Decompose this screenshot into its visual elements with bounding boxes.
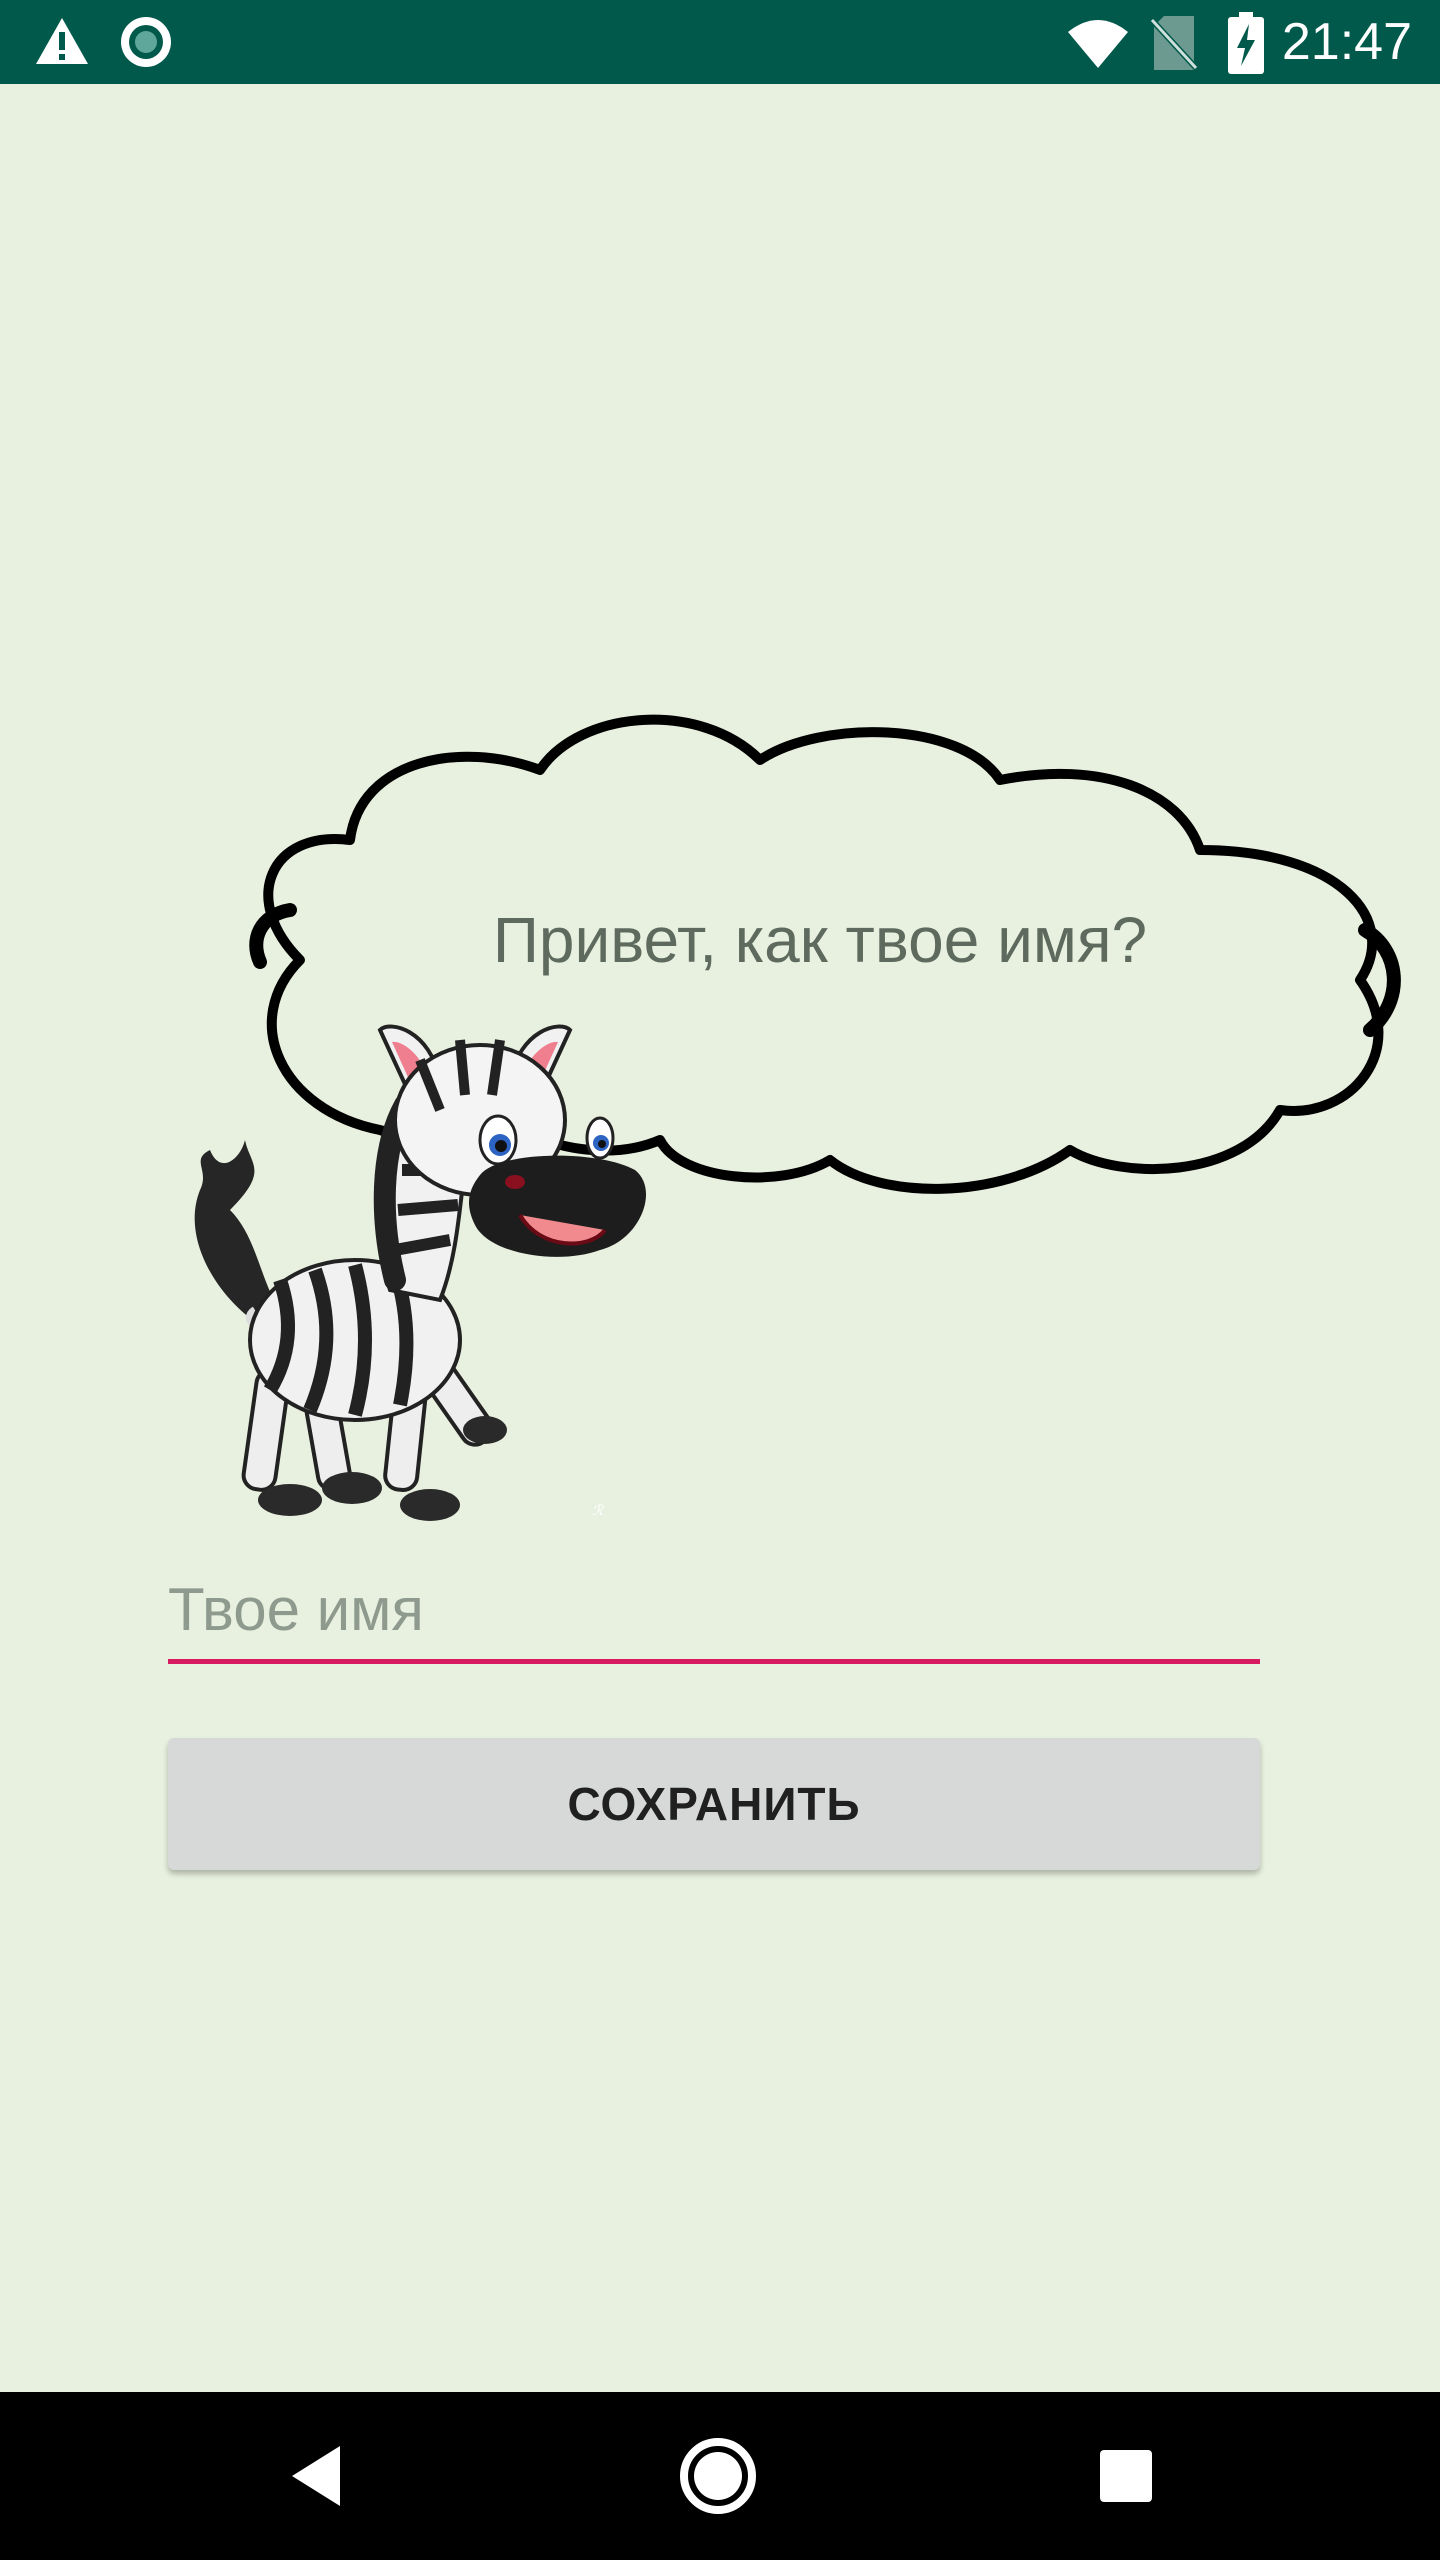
save-button-label: СОХРАНИТЬ (567, 1778, 861, 1830)
save-button[interactable]: СОХРАНИТЬ (168, 1738, 1260, 1870)
name-field[interactable] (168, 1560, 1260, 1664)
name-input[interactable] (168, 1560, 1260, 1659)
back-icon[interactable] (288, 2444, 344, 2508)
home-icon[interactable] (678, 2436, 758, 2516)
battery-charging-icon (1228, 12, 1264, 74)
wifi-icon (1068, 20, 1128, 68)
clock: 21:47 (1281, 13, 1412, 71)
no-sim-icon (1150, 16, 1198, 71)
navigation-bar (0, 2392, 1440, 2560)
status-bar: 21:47 (0, 0, 1440, 84)
warning-icon (36, 18, 88, 64)
record-icon (121, 17, 171, 67)
zebra-illustration: ℛ (194, 1024, 647, 1521)
recents-icon[interactable] (1098, 2448, 1154, 2504)
speech-bubble-text: Привет, как твое имя? (492, 904, 1148, 976)
svg-text:ℛ: ℛ (592, 1504, 604, 1519)
